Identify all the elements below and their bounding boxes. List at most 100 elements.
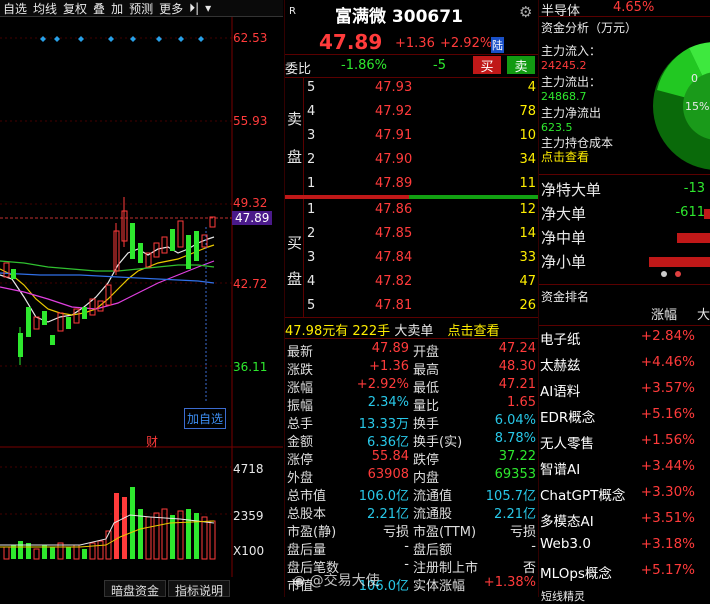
big-order-link[interactable]: 点击查看 xyxy=(447,324,499,339)
ask-volume: 4 xyxy=(527,80,536,95)
short-line-elf-tab[interactable]: 短线精灵 xyxy=(541,588,585,604)
bid-price: 47.81 xyxy=(375,298,413,313)
tab-indicator-help[interactable]: 指标说明 xyxy=(168,580,231,598)
net-order-row: 净中单 xyxy=(539,226,710,248)
quote-key: 市盈(TTM) xyxy=(413,525,477,540)
toolbar-add[interactable]: 加 xyxy=(108,0,126,17)
ranking-concept-pct: +3.57% xyxy=(640,380,695,396)
ranking-row[interactable]: MLOps概念 +5.17% xyxy=(539,562,710,588)
ranking-concept-name: 多模态AI xyxy=(540,514,594,530)
bid-level: 1 xyxy=(307,202,316,217)
ranking-concept-pct: +3.44% xyxy=(640,458,695,474)
toolbar-more[interactable]: 更多 xyxy=(156,0,186,17)
toolbar-forecast[interactable]: 预测 xyxy=(126,0,156,17)
quote-key: 流通值 xyxy=(413,489,453,504)
quote-key: 换手 xyxy=(413,417,440,432)
ranking-row[interactable]: Web3.0 +3.18% xyxy=(539,536,710,562)
bid-price: 47.82 xyxy=(375,274,413,289)
quote-value: +1.36 xyxy=(369,359,409,374)
toolbar-watchlist[interactable]: 自选 xyxy=(0,0,30,17)
ask-row[interactable]: 4 47.92 78 xyxy=(285,104,538,128)
price-level-label: 62.53 xyxy=(233,31,268,45)
quote-value: 48.30 xyxy=(498,359,536,374)
page-dot-active[interactable] xyxy=(661,271,667,277)
big-order-alert[interactable]: 47.98元有 222手 大卖单 点击查看 xyxy=(285,320,500,339)
quote-row: 总手 13.33万 换手 6.04% xyxy=(285,413,538,432)
ma60-line xyxy=(0,260,215,272)
ask-price: 47.93 xyxy=(375,80,413,95)
quote-row: 涨停 55.84 跌停 37.22 xyxy=(285,449,538,468)
ranking-concept-pct: +4.46% xyxy=(640,354,695,370)
dropdown-icon[interactable]: ▾ xyxy=(202,1,214,15)
tab-dark-pool[interactable]: 暗盘资金 xyxy=(104,580,167,598)
ask-row[interactable]: 5 47.93 4 xyxy=(285,80,538,104)
ranking-concept-name: ChatGPT概念 xyxy=(540,488,626,504)
ranking-row[interactable]: 电子纸 +2.84% xyxy=(539,328,710,354)
ranking-row[interactable]: ChatGPT概念 +3.30% xyxy=(539,484,710,510)
quote-value: 47.21 xyxy=(498,377,536,392)
pin-arrow-icon[interactable]: ⏵| xyxy=(186,1,202,16)
ranking-row[interactable]: EDR概念 +5.16% xyxy=(539,406,710,432)
quote-key: 总手 xyxy=(287,417,314,432)
inflow-value: 24245.2 xyxy=(541,59,587,72)
gear-icon[interactable]: ⚙ xyxy=(519,3,532,21)
ranking-row[interactable]: 智谱AI +3.44% xyxy=(539,458,710,484)
quote-row: 涨幅 +2.92% 最低 47.21 xyxy=(285,377,538,396)
market-badge: 陆 xyxy=(491,37,504,53)
net-order-value: -13 xyxy=(683,181,705,196)
financial-report-marker[interactable]: 财 xyxy=(146,433,158,450)
price-change-pct: +2.92% xyxy=(440,36,493,51)
quote-key: 金额 xyxy=(287,435,314,450)
ranking-row[interactable]: AI语料 +3.57% xyxy=(539,380,710,406)
bid-row[interactable]: 4 47.82 47 xyxy=(285,274,538,298)
page-dot[interactable] xyxy=(675,271,681,277)
ask-price: 47.90 xyxy=(375,152,413,167)
quote-row: 总市值 106.0亿 流通值 105.7亿 xyxy=(285,485,538,504)
quote-row: 最新 47.89 开盘 47.24 xyxy=(285,341,538,360)
toolbar-ma[interactable]: 均线 xyxy=(30,0,60,17)
ranking-col-change: 涨幅 xyxy=(651,308,678,323)
quote-row: 金额 6.36亿 换手(实) 8.78% xyxy=(285,431,538,450)
volume-level-label: 4718 xyxy=(233,462,264,476)
ranking-concept-name: 电子纸 xyxy=(540,332,581,348)
stock-code: 300671 xyxy=(391,7,463,27)
toolbar-overlay[interactable]: 叠 xyxy=(90,0,108,17)
ranking-row[interactable]: 无人零售 +1.56% xyxy=(539,432,710,458)
outflow-value: 24868.7 xyxy=(541,90,587,103)
bid-row[interactable]: 3 47.84 33 xyxy=(285,250,538,274)
bid-price: 47.86 xyxy=(375,202,413,217)
quote-value: 69353 xyxy=(494,467,536,482)
bid-row[interactable]: 5 47.81 26 xyxy=(285,298,538,322)
bid-row[interactable]: 2 47.85 14 xyxy=(285,226,538,250)
ranking-col-change-cell[interactable]: 涨幅 xyxy=(643,286,695,326)
bid-row[interactable]: 1 47.86 12 xyxy=(285,202,538,226)
cost-link[interactable]: 点击查看 xyxy=(541,148,589,165)
price-level-label: 36.11 xyxy=(233,360,268,374)
quote-value: 13.33万 xyxy=(358,417,409,432)
ask-row[interactable]: 3 47.91 10 xyxy=(285,128,538,152)
price-level-label: 42.72 xyxy=(233,277,268,291)
ask-price: 47.89 xyxy=(375,176,413,191)
buy-button[interactable]: 买 xyxy=(473,56,501,75)
net-order-bar xyxy=(677,233,710,243)
add-favorite-button[interactable]: 加自选 xyxy=(184,408,227,429)
price-change: +1.36 xyxy=(395,36,435,51)
quote-key: 流通股 xyxy=(413,507,453,522)
current-price-tag: 47.89 xyxy=(232,211,273,225)
quote-key: 外盘 xyxy=(287,471,314,486)
kline-chart-panel[interactable]: 自选 均线 复权 叠 加 预测 更多 ⏵| ▾ 62.53 55.93 49.3… xyxy=(0,0,283,598)
ask-level: 1 xyxy=(307,176,316,191)
ranking-concept-name: Web3.0 xyxy=(540,536,591,552)
net-order-bar xyxy=(649,257,710,267)
inflow-label: 主力流入： xyxy=(541,44,602,58)
quote-value: 63908 xyxy=(367,467,409,482)
toolbar-adjust[interactable]: 复权 xyxy=(60,0,90,17)
ranking-row[interactable]: 太赫兹 +4.46% xyxy=(539,354,710,380)
net-order-row: 净小单 xyxy=(539,250,710,272)
quote-value: 否 xyxy=(522,561,536,576)
weibo-icon: ◉ xyxy=(293,573,306,589)
sell-button[interactable]: 卖 xyxy=(507,56,535,75)
ranking-row[interactable]: 多模态AI +3.51% xyxy=(539,510,710,536)
ask-row[interactable]: 2 47.90 34 xyxy=(285,152,538,176)
quote-value: 55.84 xyxy=(371,449,409,464)
